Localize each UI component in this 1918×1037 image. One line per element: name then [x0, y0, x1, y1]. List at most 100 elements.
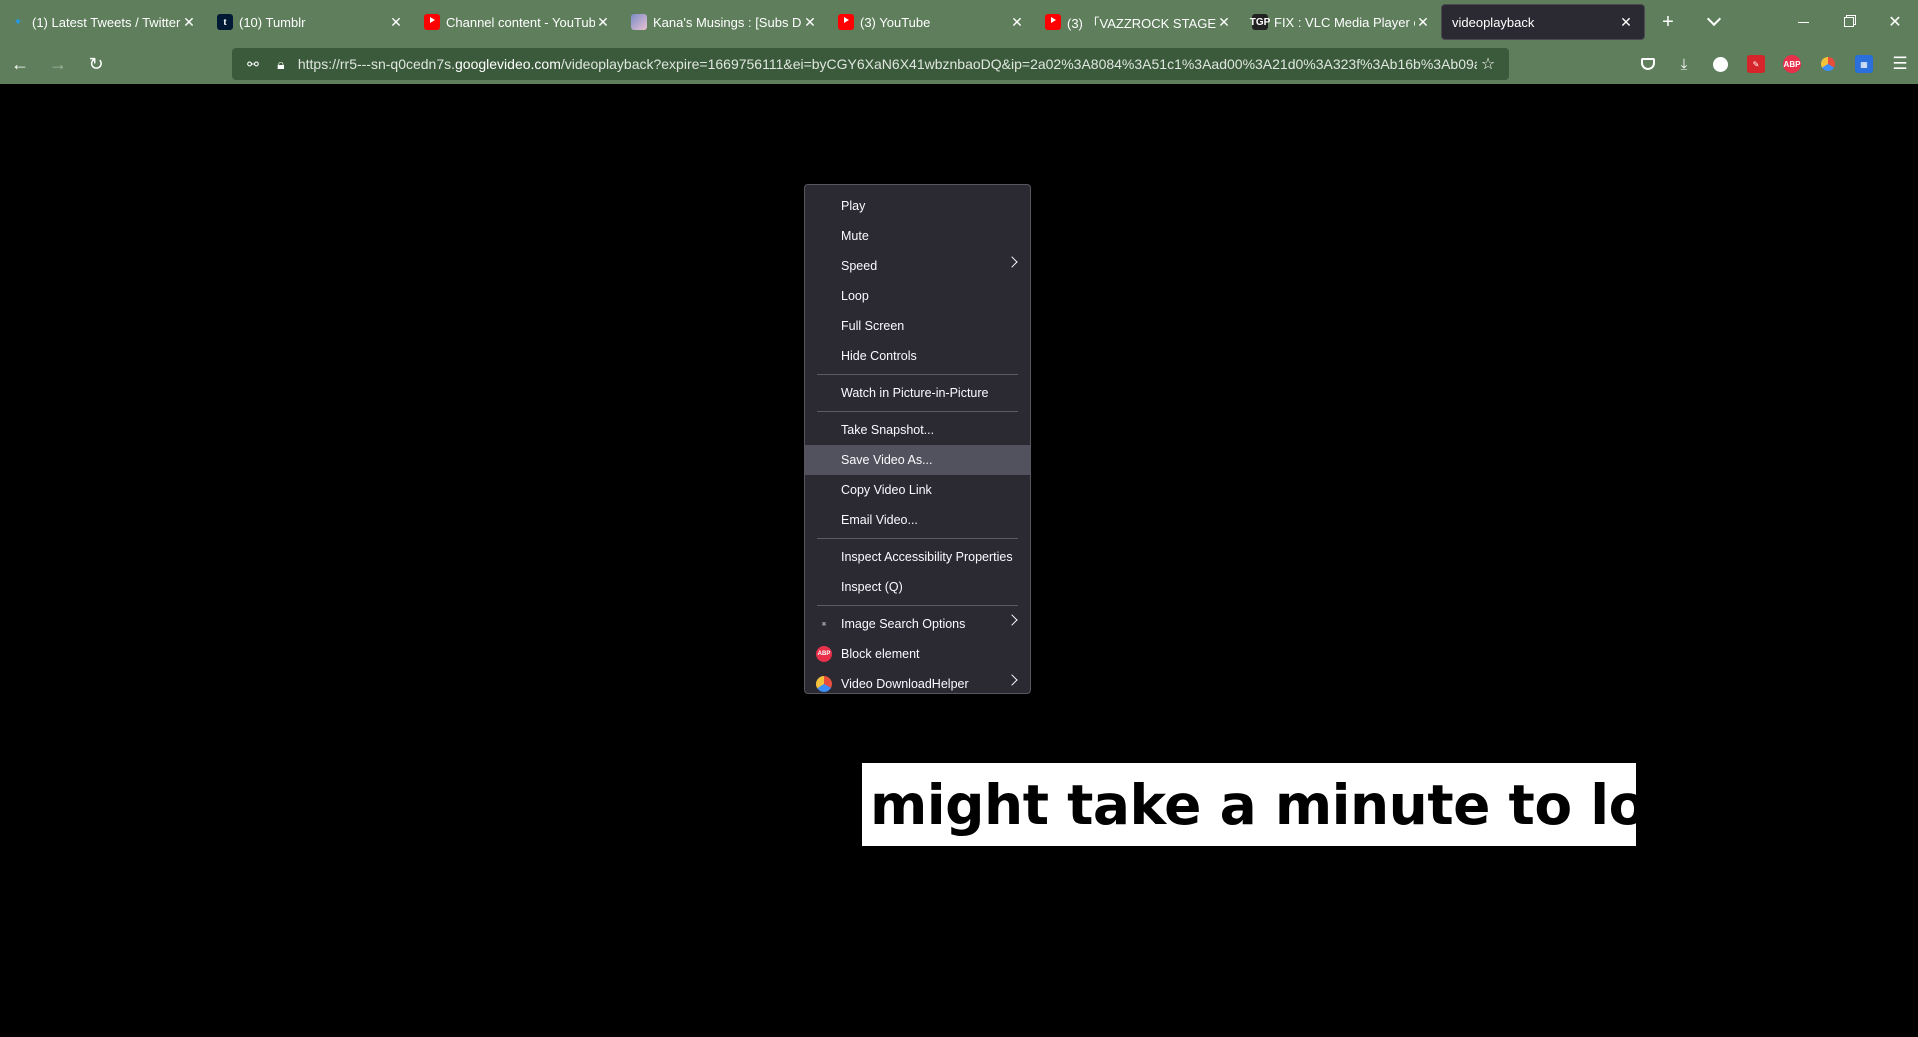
youtube-icon: [1045, 14, 1061, 30]
close-icon[interactable]: ✕: [388, 14, 404, 31]
video-downloadhelper-icon: [816, 676, 832, 692]
chevron-right-icon: [1006, 256, 1018, 268]
tab-tumblr[interactable]: t (10) Tumblr ✕: [207, 0, 414, 44]
tab-title: (10) Tumblr: [239, 14, 306, 30]
restore-button[interactable]: [1826, 0, 1872, 44]
chevron-down-icon: [1706, 11, 1722, 27]
close-icon[interactable]: ✕: [1618, 14, 1634, 31]
extension-toolbar: ⤓ ✎ ABP ▦ ☰: [1630, 44, 1918, 84]
close-icon: ✕: [1888, 14, 1902, 31]
address-bar[interactable]: ⚯ 🔒︎ https://rr5---sn-q0cedn7s.googlevid…: [232, 48, 1509, 80]
arrow-right-icon: →: [49, 53, 67, 74]
adblock-plus-icon: ABP: [1783, 55, 1801, 73]
tab-vlc-fix[interactable]: TGP FIX : VLC Media Player canno ✕: [1242, 0, 1441, 44]
menu-item-inspect-accessibility[interactable]: Inspect Accessibility Properties: [805, 542, 1030, 572]
menu-item-picture-in-picture[interactable]: Watch in Picture-in-Picture: [805, 378, 1030, 408]
twitter-icon: ✦: [13, 16, 23, 28]
tab-title: videoplayback: [1452, 14, 1535, 30]
menu-item-label: Take Snapshot...: [841, 423, 935, 437]
navigation-toolbar: ← → ↻ ⚯ 🔒︎ https://rr5---sn-q0cedn7s.goo…: [0, 44, 1918, 84]
youtube-icon: [424, 14, 440, 30]
tab-youtube[interactable]: (3) YouTube ✕: [828, 0, 1035, 44]
close-icon[interactable]: ✕: [1216, 14, 1232, 31]
menu-item-label: Image Search Options: [841, 617, 966, 631]
menu-item-video-downloadhelper[interactable]: Video DownloadHelper: [805, 669, 1030, 699]
menu-item-full-screen[interactable]: Full Screen: [805, 311, 1030, 341]
pocket-icon: [1641, 58, 1655, 70]
menu-item-block-element[interactable]: ABP Block element: [805, 639, 1030, 669]
adblock-plus-icon: ABP: [816, 646, 832, 662]
close-icon[interactable]: ✕: [802, 14, 818, 31]
tab-vazzrock[interactable]: (3) 「VAZZROCK STAGE」Ep ✕: [1035, 0, 1242, 44]
menu-item-label: Block element: [841, 647, 920, 661]
minimize-button[interactable]: [1780, 0, 1826, 44]
tab-title: (3) 「VAZZROCK STAGE」Ep: [1067, 15, 1216, 31]
new-tab-button[interactable]: +: [1645, 0, 1691, 44]
tab-videoplayback[interactable]: videoplayback ✕: [1441, 4, 1645, 40]
menu-item-play[interactable]: Play: [805, 191, 1030, 221]
pocket-button[interactable]: [1630, 46, 1666, 82]
list-all-tabs-button[interactable]: [1691, 0, 1737, 44]
menu-item-speed[interactable]: Speed: [805, 251, 1030, 281]
menu-item-label: Watch in Picture-in-Picture: [841, 386, 989, 400]
plus-icon: +: [1662, 10, 1674, 33]
bookmark-star-icon[interactable]: ☆: [1477, 54, 1499, 74]
extension-blue-button[interactable]: ▦: [1846, 46, 1882, 82]
menu-separator: [817, 374, 1018, 375]
reload-button[interactable]: ↻: [78, 46, 114, 82]
menu-separator: [817, 538, 1018, 539]
menu-item-label: Play: [841, 199, 866, 213]
tab-youtube-channel[interactable]: Channel content - YouTube S ✕: [414, 0, 621, 44]
application-menu-button[interactable]: ☰: [1882, 46, 1918, 82]
context-menu: Play Mute Speed Loop Full Screen Hide Co…: [804, 184, 1031, 694]
menu-item-copy-video-link[interactable]: Copy Video Link: [805, 475, 1030, 505]
adblock-plus-button[interactable]: ABP: [1774, 46, 1810, 82]
tracking-protection-shield-icon[interactable]: ⚯: [242, 56, 264, 73]
menu-item-mute[interactable]: Mute: [805, 221, 1030, 251]
tgp-icon: TGP: [1250, 14, 1270, 30]
menu-item-email-video[interactable]: Email Video...: [805, 505, 1030, 535]
close-icon[interactable]: ✕: [595, 14, 611, 31]
tab-twitter[interactable]: ✦ (1) Latest Tweets / Twitter ✕: [0, 0, 207, 44]
menu-item-loop[interactable]: Loop: [805, 281, 1030, 311]
downloads-button[interactable]: ⤓: [1666, 46, 1702, 82]
menu-item-hide-controls[interactable]: Hide Controls: [805, 341, 1030, 371]
close-icon[interactable]: ✕: [1009, 14, 1025, 31]
close-icon[interactable]: ✕: [1415, 14, 1431, 31]
menu-item-label: Video DownloadHelper: [841, 677, 969, 691]
back-button[interactable]: ←: [2, 46, 38, 82]
menu-item-label: Mute: [841, 229, 869, 243]
avatar-icon: [631, 14, 647, 30]
extension-red-button[interactable]: ✎: [1738, 46, 1774, 82]
tabstrip-drag-area[interactable]: [1737, 0, 1780, 44]
menu-item-label: Copy Video Link: [841, 483, 932, 497]
tab-title: Kana's Musings : [Subs DL] V: [653, 14, 802, 30]
menu-separator: [817, 605, 1018, 606]
menu-item-image-search-options[interactable]: ✖ Image Search Options: [805, 609, 1030, 639]
extension-clock-button[interactable]: [1702, 46, 1738, 82]
tab-kanas-musings[interactable]: Kana's Musings : [Subs DL] V ✕: [621, 0, 828, 44]
blue-extension-icon: ▦: [1855, 55, 1873, 73]
reload-icon: ↻: [88, 53, 104, 74]
lock-icon[interactable]: 🔒︎: [270, 56, 292, 73]
url-text[interactable]: https://rr5---sn-q0cedn7s.googlevideo.co…: [298, 56, 1477, 72]
forward-button[interactable]: →: [40, 46, 76, 82]
tab-title: (3) YouTube: [860, 14, 931, 30]
clock-icon: [1712, 56, 1728, 72]
chevron-right-icon: [1006, 674, 1018, 686]
close-icon[interactable]: ✕: [181, 14, 197, 31]
menu-item-label: Email Video...: [841, 513, 918, 527]
menu-item-take-snapshot[interactable]: Take Snapshot...: [805, 415, 1030, 445]
tab-title: FIX : VLC Media Player canno: [1274, 14, 1415, 30]
url-host: googlevideo.com: [455, 56, 561, 72]
tab-title: (1) Latest Tweets / Twitter: [32, 14, 181, 30]
menu-separator: [817, 411, 1018, 412]
hamburger-menu-icon: ☰: [1892, 54, 1908, 73]
menu-item-inspect[interactable]: Inspect (Q): [805, 572, 1030, 602]
menu-item-save-video-as[interactable]: Save Video As...: [805, 445, 1030, 475]
video-downloadhelper-button[interactable]: [1810, 46, 1846, 82]
menu-item-label: Full Screen: [841, 319, 905, 333]
download-icon: ⤓: [1680, 55, 1688, 73]
chevron-right-icon: [1006, 614, 1018, 626]
close-window-button[interactable]: ✕: [1872, 0, 1918, 44]
